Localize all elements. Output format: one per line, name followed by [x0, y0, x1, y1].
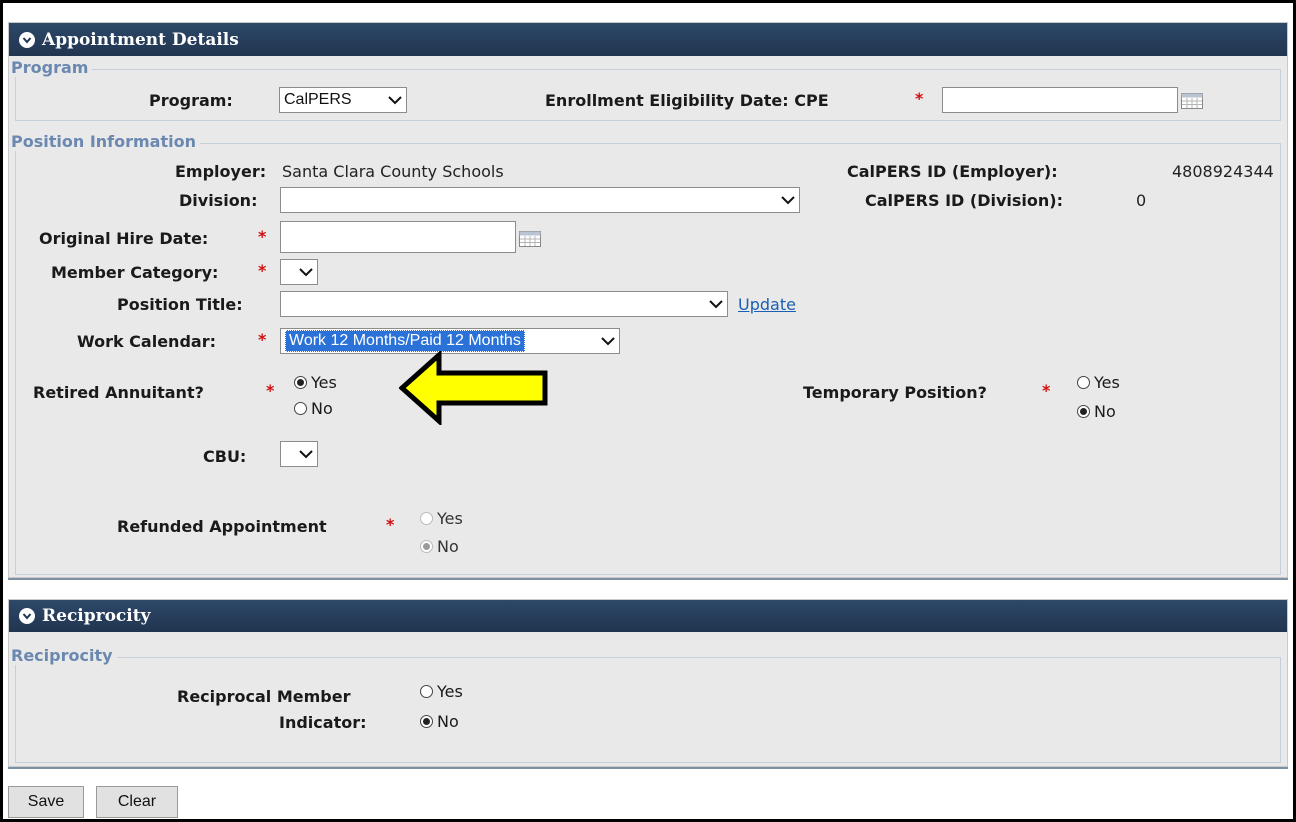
radio-label: Yes: [437, 509, 463, 528]
reciprocity-title: Reciprocity: [42, 606, 151, 626]
reciprocal-member-label-line2: Indicator:: [279, 713, 367, 732]
calpers-id-division-label: CalPERS ID (Division):: [865, 191, 1063, 210]
work-calendar-label: Work Calendar:: [77, 332, 216, 351]
calendar-icon[interactable]: [519, 231, 541, 247]
radio-label: Yes: [311, 373, 337, 392]
program-select[interactable]: CalPERS: [279, 87, 407, 113]
position-title-select[interactable]: [280, 291, 728, 317]
chevron-down-icon: [709, 300, 723, 309]
eed-label: Enrollment Eligibility Date: CPE: [545, 91, 829, 110]
eed-required-mark: *: [915, 89, 924, 108]
panel-separator: [8, 578, 1288, 580]
refunded-appointment-label: Refunded Appointment: [117, 517, 327, 536]
appointment-details-title: Appointment Details: [42, 29, 239, 50]
chevron-down-icon: [388, 96, 402, 105]
reciprocal-member-yes-radio[interactable]: Yes: [420, 682, 463, 701]
arrow-left-icon: [399, 351, 548, 425]
chevron-circle-down-icon[interactable]: [19, 608, 35, 624]
radio-selected-icon: [420, 540, 433, 553]
reciprocity-legend: Reciprocity: [11, 646, 117, 665]
radio-label: Yes: [1094, 373, 1120, 392]
radio-label: No: [311, 399, 333, 418]
appointment-details-panel: Appointment Details Program Program: Cal…: [8, 22, 1288, 578]
radio-label: Yes: [437, 682, 463, 701]
member-category-label: Member Category:: [51, 263, 219, 282]
refunded-appointment-no-radio: No: [420, 537, 459, 556]
reciprocity-fieldset: Reciprocity: [11, 646, 1281, 763]
panel-separator: [8, 767, 1288, 769]
radio-unselected-icon: [420, 685, 433, 698]
cbu-label: CBU:: [203, 447, 247, 466]
radio-selected-icon: [294, 376, 307, 389]
member-category-select[interactable]: [280, 259, 318, 285]
chevron-circle-down-icon[interactable]: [19, 31, 35, 48]
radio-unselected-icon: [1077, 376, 1090, 389]
calpers-id-division-value: 0: [1136, 191, 1147, 210]
radio-label: No: [1094, 402, 1116, 421]
program-label: Program:: [149, 91, 233, 110]
division-select[interactable]: [280, 187, 800, 213]
hire-date-input[interactable]: [280, 221, 516, 253]
chevron-down-icon: [299, 450, 313, 459]
radio-label: No: [437, 712, 459, 731]
retired-annuitant-no-radio[interactable]: No: [294, 399, 333, 418]
position-title-label: Position Title:: [117, 295, 243, 314]
employer-value: Santa Clara County Schools: [282, 162, 504, 181]
clear-button[interactable]: Clear: [96, 786, 178, 818]
appointment-details-header[interactable]: Appointment Details: [9, 23, 1287, 56]
hire-date-required-mark: *: [258, 227, 267, 246]
calendar-icon[interactable]: [1181, 93, 1203, 109]
chevron-down-icon: [781, 196, 795, 205]
temporary-position-yes-radio[interactable]: Yes: [1077, 373, 1120, 392]
temporary-position-required-mark: *: [1042, 381, 1051, 400]
refunded-appointment-required-mark: *: [386, 515, 395, 534]
temporary-position-no-radio[interactable]: No: [1077, 402, 1116, 421]
update-link[interactable]: Update: [738, 295, 796, 314]
retired-annuitant-required-mark: *: [266, 381, 275, 400]
eed-input[interactable]: [942, 87, 1178, 113]
division-label: Division:: [179, 191, 258, 210]
employer-label: Employer:: [175, 162, 267, 181]
reciprocal-member-no-radio[interactable]: No: [420, 712, 459, 731]
reciprocity-panel: Reciprocity Reciprocity Reciprocal Membe…: [8, 599, 1288, 767]
temporary-position-label: Temporary Position?: [803, 383, 987, 402]
radio-label: No: [437, 537, 459, 556]
program-legend: Program: [11, 58, 93, 77]
retired-annuitant-yes-radio[interactable]: Yes: [294, 373, 337, 392]
program-select-value: CalPERS: [284, 91, 352, 108]
position-information-legend: Position Information: [11, 132, 200, 151]
hire-date-label: Original Hire Date:: [39, 229, 209, 248]
reciprocal-member-label-line1: Reciprocal Member: [177, 687, 351, 706]
retired-annuitant-label: Retired Annuitant?: [33, 383, 204, 402]
calpers-id-employer-label: CalPERS ID (Employer):: [847, 162, 1058, 181]
radio-selected-icon: [420, 715, 433, 728]
cbu-select[interactable]: [280, 441, 318, 467]
reciprocity-header[interactable]: Reciprocity: [9, 600, 1287, 632]
work-calendar-required-mark: *: [258, 330, 267, 349]
refunded-appointment-yes-radio: Yes: [420, 509, 463, 528]
member-category-required-mark: *: [258, 261, 267, 280]
radio-selected-icon: [1077, 405, 1090, 418]
chevron-down-icon: [601, 337, 615, 346]
radio-unselected-icon: [420, 512, 433, 525]
save-button[interactable]: Save: [8, 786, 84, 818]
work-calendar-select-value: Work 12 Months/Paid 12 Months: [285, 330, 525, 352]
radio-unselected-icon: [294, 402, 307, 415]
chevron-down-icon: [299, 268, 313, 277]
calpers-id-employer-value: 4808924344: [1172, 162, 1274, 181]
